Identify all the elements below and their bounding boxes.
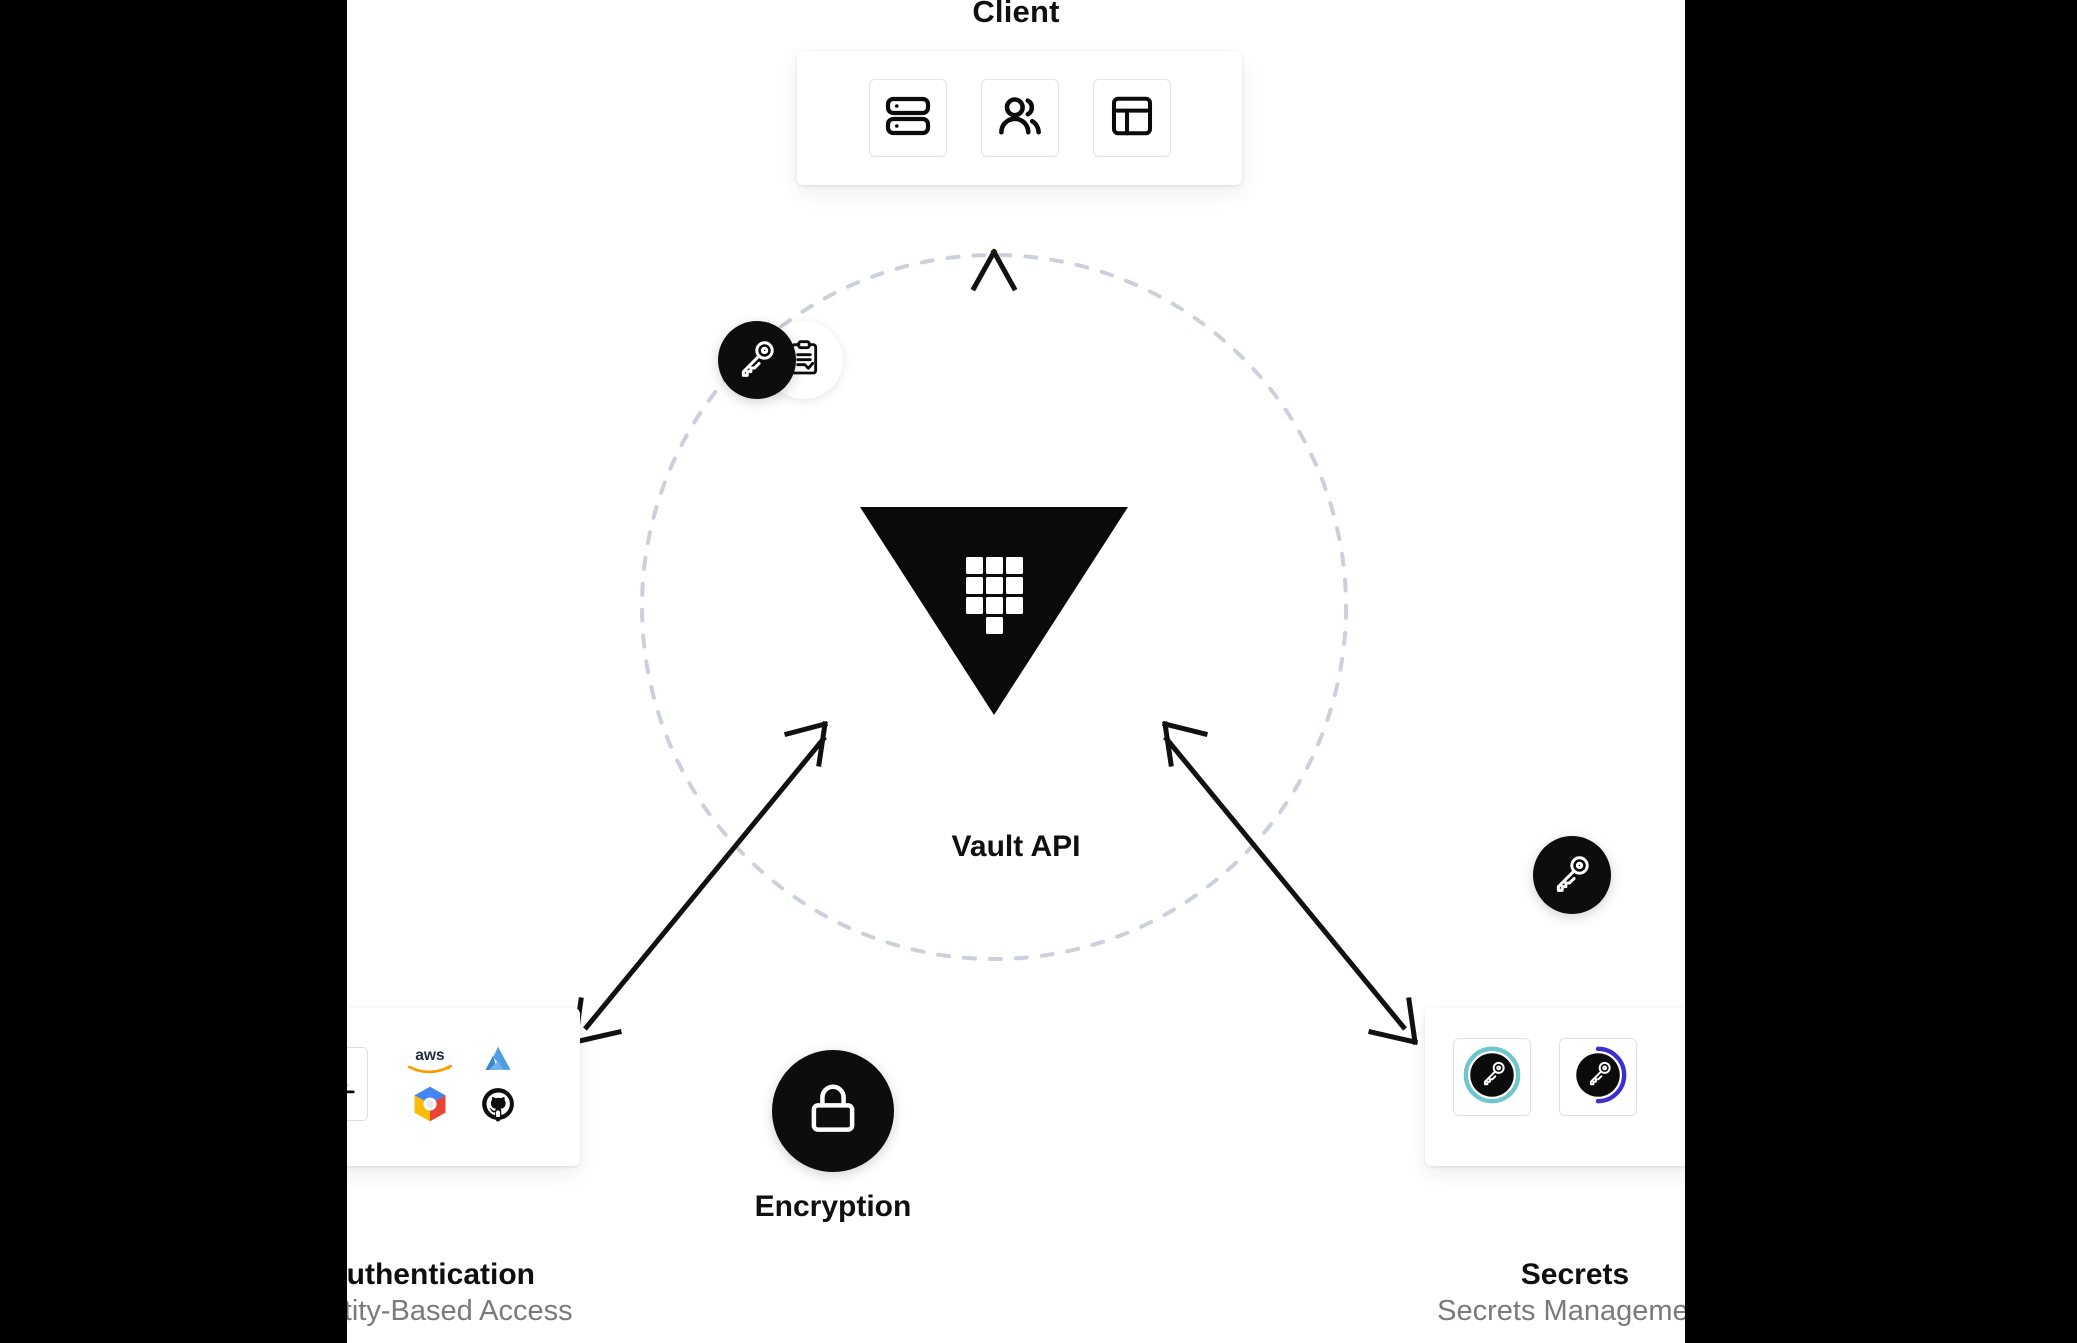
secrets-card[interactable] [1425, 1008, 1685, 1166]
client-tile-servers[interactable] [868, 79, 947, 157]
lock-icon [802, 1078, 864, 1145]
secrets-title: Secrets [1520, 1258, 1630, 1291]
google-cloud-logo[interactable] [408, 1084, 452, 1129]
authentication-card[interactable]: aws [347, 1008, 580, 1166]
users-icon [994, 90, 1046, 147]
server-icon [884, 92, 932, 145]
aws-logo[interactable]: aws [404, 1043, 456, 1082]
svg-text:aws: aws [415, 1047, 445, 1064]
authentication-subtitle: Identity-Based Access [347, 1294, 573, 1327]
authentication-title: Authentication [347, 1258, 535, 1291]
key-ring-teal-icon [1461, 1044, 1523, 1111]
secret-tile-1[interactable] [1453, 1038, 1531, 1116]
auth-provider-grid: aws [396, 1040, 532, 1128]
diagram-stage: Client Vault API Encryption aws uthentic… [0, 0, 2077, 1343]
encryption-badge[interactable] [772, 1050, 894, 1172]
key-icon [1551, 852, 1593, 899]
key-badge-secrets-link[interactable] [1533, 836, 1611, 914]
authentication-caption: Authentication Identity-Based Access [347, 1257, 690, 1329]
azure-logo[interactable] [476, 1043, 520, 1082]
vault-triangle-logo [860, 507, 1128, 715]
secret-tile-2[interactable] [1559, 1038, 1637, 1116]
vault-api-label: Vault API [951, 830, 1081, 863]
auth-identity-tile[interactable] [347, 1047, 368, 1121]
client-tile-users[interactable] [980, 79, 1059, 157]
diagram-canvas: Client Vault API Encryption aws uthentic… [347, 0, 1685, 1343]
secrets-subtitle: Secrets Management [1437, 1294, 1685, 1327]
key-badge-top[interactable] [718, 321, 796, 399]
key-icon [736, 337, 778, 384]
client-title: Client [972, 0, 1060, 29]
key-ring-blue-icon [1567, 1044, 1629, 1111]
client-tile-applications[interactable] [1092, 79, 1171, 157]
id-card-icon [347, 1060, 359, 1109]
encryption-label: Encryption [754, 1190, 912, 1223]
client-card[interactable] [797, 51, 1242, 185]
dashboard-layout-icon [1109, 93, 1155, 144]
github-logo[interactable] [478, 1084, 518, 1129]
secrets-caption: Secrets Secrets Management [1315, 1257, 1685, 1329]
